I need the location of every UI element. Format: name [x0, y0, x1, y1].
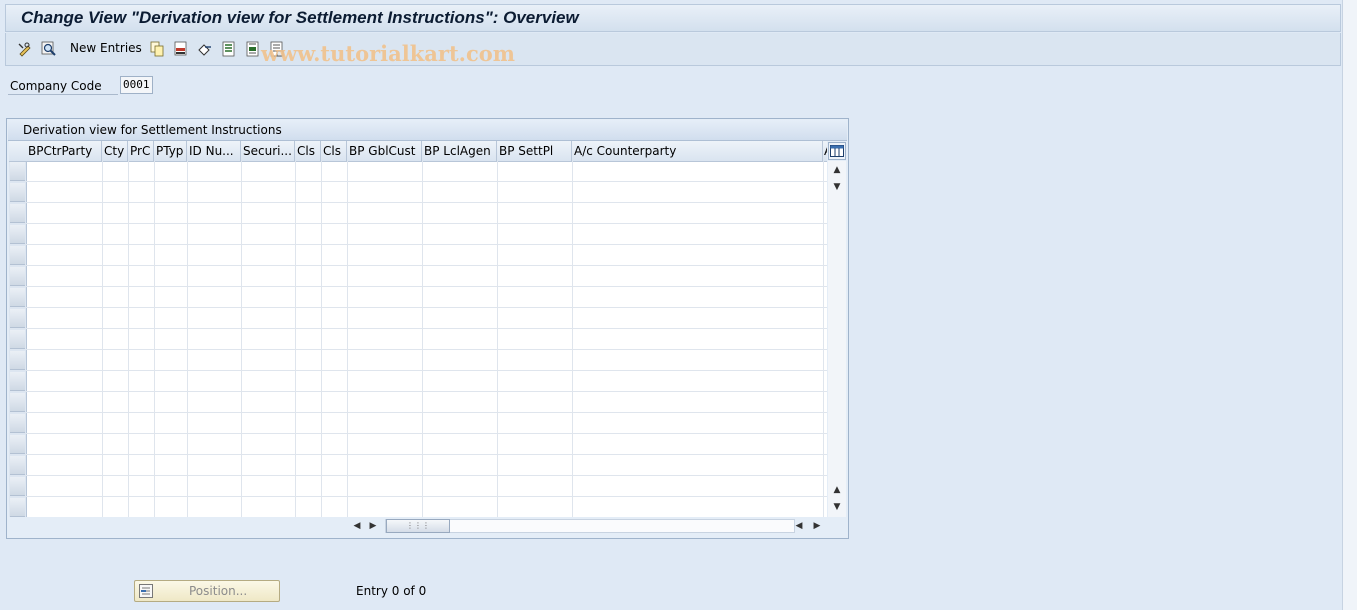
undo-icon[interactable]: [196, 40, 214, 58]
table-grid: BPCtrParty Cty PrC PTyp ID Nu... Securi.…: [9, 141, 827, 517]
column-divider: [572, 161, 573, 517]
column-divider: [295, 161, 296, 517]
select-block-icon[interactable]: [244, 40, 262, 58]
row-selector[interactable]: [10, 456, 25, 475]
column-divider: [241, 161, 242, 517]
company-code-field: 0001: [120, 76, 153, 94]
row-selector[interactable]: [10, 267, 25, 286]
scroll-far-left-icon[interactable]: ◀: [791, 519, 807, 533]
column-divider: [154, 161, 155, 517]
column-header-bp-lclagen[interactable]: BP LclAgen: [422, 141, 497, 161]
row-selector[interactable]: [10, 372, 25, 391]
horizontal-scrollbar[interactable]: ◀ ▶ ⋮⋮⋮ ◀ ▶: [9, 517, 827, 535]
scroll-right-icon[interactable]: ▶: [365, 519, 381, 533]
page-title: Change View "Derivation view for Settlem…: [21, 8, 579, 27]
company-code-label: Company Code: [10, 79, 102, 93]
table-row[interactable]: [26, 476, 827, 497]
row-selector[interactable]: [10, 477, 25, 496]
row-selector[interactable]: [10, 204, 25, 223]
scroll-down-icon[interactable]: ▼: [829, 500, 845, 514]
column-divider: [128, 161, 129, 517]
entry-counter: Entry 0 of 0: [356, 584, 427, 598]
column-header-bp-gblcust[interactable]: BP GblCust: [347, 141, 422, 161]
table-row[interactable]: [26, 497, 827, 517]
column-divider: [321, 161, 322, 517]
row-selector[interactable]: [10, 393, 25, 412]
row-selector[interactable]: [10, 225, 25, 244]
scroll-page-down-icon[interactable]: ▼: [829, 180, 845, 194]
column-header-security[interactable]: Securi...: [241, 141, 295, 161]
change-display-icon[interactable]: [16, 40, 34, 58]
copy-icon[interactable]: [148, 40, 166, 58]
column-header-bp-settpl[interactable]: BP SettPl: [497, 141, 572, 161]
column-divider: [497, 161, 498, 517]
row-selector[interactable]: [10, 162, 25, 181]
right-frame-edge: [1342, 0, 1357, 610]
row-selector-column: [9, 141, 27, 517]
column-header-cls-2[interactable]: Cls: [321, 141, 347, 161]
table-header: BPCtrParty Cty PrC PTyp ID Nu... Securi.…: [9, 141, 827, 162]
row-selector[interactable]: [10, 414, 25, 433]
table-row[interactable]: [26, 350, 827, 371]
row-selector[interactable]: [10, 498, 25, 517]
column-header-id-number[interactable]: ID Nu...: [187, 141, 241, 161]
application-toolbar: New Entries www.tutorialkart.com: [5, 33, 1341, 66]
row-selector[interactable]: [10, 435, 25, 454]
table-title: Derivation view for Settlement Instructi…: [23, 123, 282, 137]
column-divider: [347, 161, 348, 517]
column-header-cty[interactable]: Cty: [102, 141, 128, 161]
scroll-left-icon[interactable]: ◀: [349, 519, 365, 533]
column-header-prc[interactable]: PrC: [128, 141, 154, 161]
column-settings-icon[interactable]: [828, 142, 846, 160]
delete-icon[interactable]: [172, 40, 190, 58]
new-entries-button[interactable]: New Entries: [70, 41, 142, 55]
column-header-ptyp[interactable]: PTyp: [154, 141, 187, 161]
table-row[interactable]: [26, 203, 827, 224]
table-row[interactable]: [26, 161, 827, 182]
table-row[interactable]: [26, 224, 827, 245]
table-row[interactable]: [26, 308, 827, 329]
table-control: Derivation view for Settlement Instructi…: [6, 118, 849, 539]
table-row[interactable]: [26, 455, 827, 476]
title-bar: Change View "Derivation view for Settlem…: [5, 4, 1341, 32]
row-selector[interactable]: [10, 330, 25, 349]
label-underline: [8, 94, 118, 95]
scroll-far-right-icon[interactable]: ▶: [809, 519, 825, 533]
row-selector[interactable]: [10, 351, 25, 370]
column-header-bpctrparty[interactable]: BPCtrParty: [26, 141, 102, 161]
column-divider: [823, 161, 824, 517]
position-icon: [139, 584, 153, 598]
column-header-cls-1[interactable]: Cls: [295, 141, 321, 161]
row-selector[interactable]: [10, 288, 25, 307]
scroll-up-icon[interactable]: ▲: [829, 163, 845, 177]
find-icon[interactable]: [40, 40, 58, 58]
table-row[interactable]: [26, 245, 827, 266]
column-divider: [102, 161, 103, 517]
row-selector[interactable]: [10, 309, 25, 328]
scroll-thumb[interactable]: ⋮⋮⋮: [386, 519, 450, 533]
select-all-icon[interactable]: [220, 40, 238, 58]
table-row[interactable]: [26, 266, 827, 287]
table-caption: Derivation view for Settlement Instructi…: [8, 120, 847, 141]
column-divider: [187, 161, 188, 517]
table-row[interactable]: [26, 182, 827, 203]
table-row[interactable]: [26, 287, 827, 308]
table-row[interactable]: [26, 413, 827, 434]
table-row[interactable]: [26, 392, 827, 413]
table-row[interactable]: [26, 329, 827, 350]
vertical-scrollbar[interactable]: ▲ ▼ ▲ ▼: [828, 161, 846, 517]
table-row[interactable]: [26, 371, 827, 392]
position-button-label: Position...: [189, 584, 248, 598]
column-header-a[interactable]: A: [823, 141, 827, 161]
scroll-page-up-icon[interactable]: ▲: [829, 483, 845, 497]
column-header-ac-counterparty[interactable]: A/c Counterparty: [572, 141, 823, 161]
watermark: www.tutorialkart.com: [261, 41, 515, 66]
row-selector[interactable]: [10, 183, 25, 202]
row-selector[interactable]: [10, 246, 25, 265]
column-divider: [422, 161, 423, 517]
position-button[interactable]: Position...: [134, 580, 280, 602]
table-row[interactable]: [26, 434, 827, 455]
